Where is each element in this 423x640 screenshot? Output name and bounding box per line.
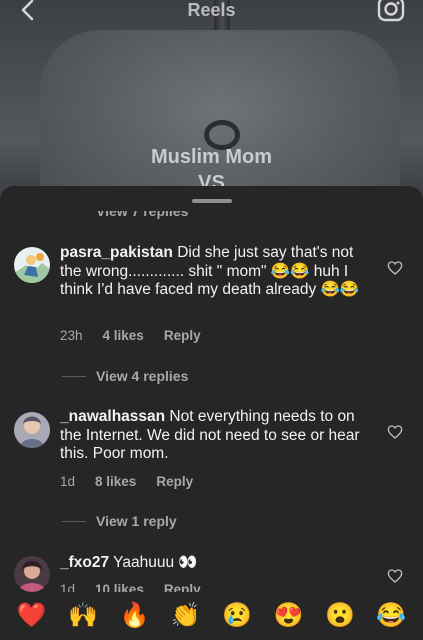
page-title: Reels xyxy=(187,0,236,20)
comment-meta: 1d 8 likes Reply xyxy=(60,474,193,489)
emoji-raised-hands-button[interactable]: 🙌 xyxy=(65,601,101,631)
comment-username[interactable]: pasra_pakistan xyxy=(60,244,173,261)
divider xyxy=(62,375,86,377)
comment-likes[interactable]: 4 likes xyxy=(103,328,144,343)
heart-outline-icon[interactable] xyxy=(387,424,403,440)
emoji-clap-button[interactable]: 👏 xyxy=(168,601,204,631)
comment-meta: 23h 4 likes Reply xyxy=(60,328,201,343)
comment-username[interactable]: _nawalhassan xyxy=(60,408,165,425)
comment-body: pasra_pakistan Did she just say that's n… xyxy=(60,244,370,300)
divider xyxy=(62,520,86,522)
sheet-drag-handle[interactable] xyxy=(192,199,232,203)
avatar[interactable] xyxy=(14,247,50,283)
view-replies-link[interactable]: View 1 reply xyxy=(62,513,177,529)
comment-body: _nawalhassan Not everything needs to on … xyxy=(60,408,370,464)
view-replies-label: View 1 reply xyxy=(96,513,177,529)
comment-likes[interactable]: 8 likes xyxy=(95,474,136,489)
camera-icon[interactable] xyxy=(377,0,405,22)
heart-outline-icon[interactable] xyxy=(387,260,403,276)
comment-time: 1d xyxy=(60,474,76,489)
view-replies-label: View 4 replies xyxy=(96,368,189,384)
reply-button[interactable]: Reply xyxy=(156,474,193,489)
emoji-crying-button[interactable]: 😢 xyxy=(219,601,255,631)
emoji-heart-button[interactable]: ❤️ xyxy=(14,601,50,631)
reply-button[interactable]: Reply xyxy=(164,328,201,343)
video-overlay-title: Muslim Mom xyxy=(150,146,273,168)
comment-username[interactable]: _fxo27 xyxy=(60,554,109,571)
comment-text: Yaahuuu 👀 xyxy=(113,554,198,571)
heart-outline-icon[interactable] xyxy=(387,568,403,584)
emoji-surprised-button[interactable]: 😮 xyxy=(322,601,358,631)
avatar[interactable] xyxy=(14,556,50,592)
reel-video[interactable]: Muslim Mom VS xyxy=(0,0,423,200)
comment-body: _fxo27 Yaahuuu 👀 xyxy=(60,554,370,573)
comments-sheet: View 7 replies pasra_pakistan Did she ju… xyxy=(0,186,423,640)
emoji-laughing-button[interactable]: 😂 xyxy=(373,601,409,631)
comment-time: 23h xyxy=(60,328,83,343)
view-replies-link[interactable]: View 4 replies xyxy=(62,368,188,384)
emoji-fire-button[interactable]: 🔥 xyxy=(116,601,152,631)
avatar[interactable] xyxy=(14,412,50,448)
emoji-heart-eyes-button[interactable]: 😍 xyxy=(271,601,307,631)
emoji-reaction-bar: ❤️ 🙌 🔥 👏 😢 😍 😮 😂 xyxy=(0,592,423,640)
top-bar: Reels xyxy=(0,0,423,26)
view-replies-link[interactable]: View 7 replies xyxy=(96,211,188,219)
